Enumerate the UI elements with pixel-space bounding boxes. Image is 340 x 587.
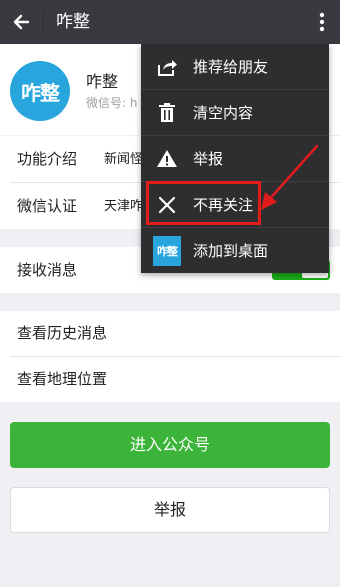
account-name: 咋整 bbox=[86, 72, 119, 91]
avatar: 咋整 bbox=[10, 61, 70, 121]
menu-item-label: 添加到桌面 bbox=[193, 242, 269, 260]
menu-item-label: 清空内容 bbox=[193, 104, 254, 122]
info-label: 微信认证 bbox=[17, 197, 78, 215]
highlight-box bbox=[146, 181, 261, 225]
annotation-arrow-icon bbox=[261, 144, 319, 210]
menu-item-label: 推荐给朋友 bbox=[193, 58, 269, 76]
report-button[interactable]: 举报 bbox=[10, 487, 330, 533]
trash-icon bbox=[153, 99, 181, 127]
view-history-label: 查看历史消息 bbox=[17, 324, 108, 342]
top-bar-divider bbox=[43, 12, 44, 32]
info-label: 功能介绍 bbox=[17, 150, 78, 168]
view-history-row[interactable]: 查看历史消息 bbox=[0, 311, 340, 357]
enter-account-button[interactable]: 进入公众号 bbox=[10, 422, 330, 468]
menu-item-label: 举报 bbox=[193, 150, 224, 168]
avatar-text: 咋整 bbox=[21, 80, 60, 105]
wechat-id: 微信号: h bbox=[86, 96, 138, 110]
back-button[interactable] bbox=[8, 8, 36, 36]
more-vertical-icon bbox=[319, 12, 325, 32]
more-button[interactable] bbox=[314, 8, 330, 36]
info-value: 天津咋 bbox=[104, 199, 144, 214]
back-arrow-icon bbox=[13, 14, 30, 30]
warning-icon bbox=[153, 145, 181, 173]
view-location-row[interactable]: 查看地理位置 bbox=[0, 357, 340, 402]
share-icon bbox=[153, 53, 181, 81]
history-list: 查看历史消息 查看地理位置 bbox=[0, 311, 340, 402]
app-icon: 咋整 bbox=[153, 236, 181, 266]
info-value: 新闻怪 bbox=[104, 152, 144, 167]
app-thumb: 咋整 bbox=[153, 236, 181, 266]
menu-item-clear[interactable]: 清空内容 bbox=[141, 90, 329, 136]
menu-item-add-to-desktop[interactable]: 咋整 添加到桌面 bbox=[141, 228, 329, 274]
receive-messages-label: 接收消息 bbox=[17, 261, 78, 279]
page-title: 咋整 bbox=[56, 12, 90, 32]
top-bar: 咋整 bbox=[0, 0, 340, 44]
view-location-label: 查看地理位置 bbox=[17, 370, 108, 388]
menu-item-recommend[interactable]: 推荐给朋友 bbox=[141, 44, 329, 90]
